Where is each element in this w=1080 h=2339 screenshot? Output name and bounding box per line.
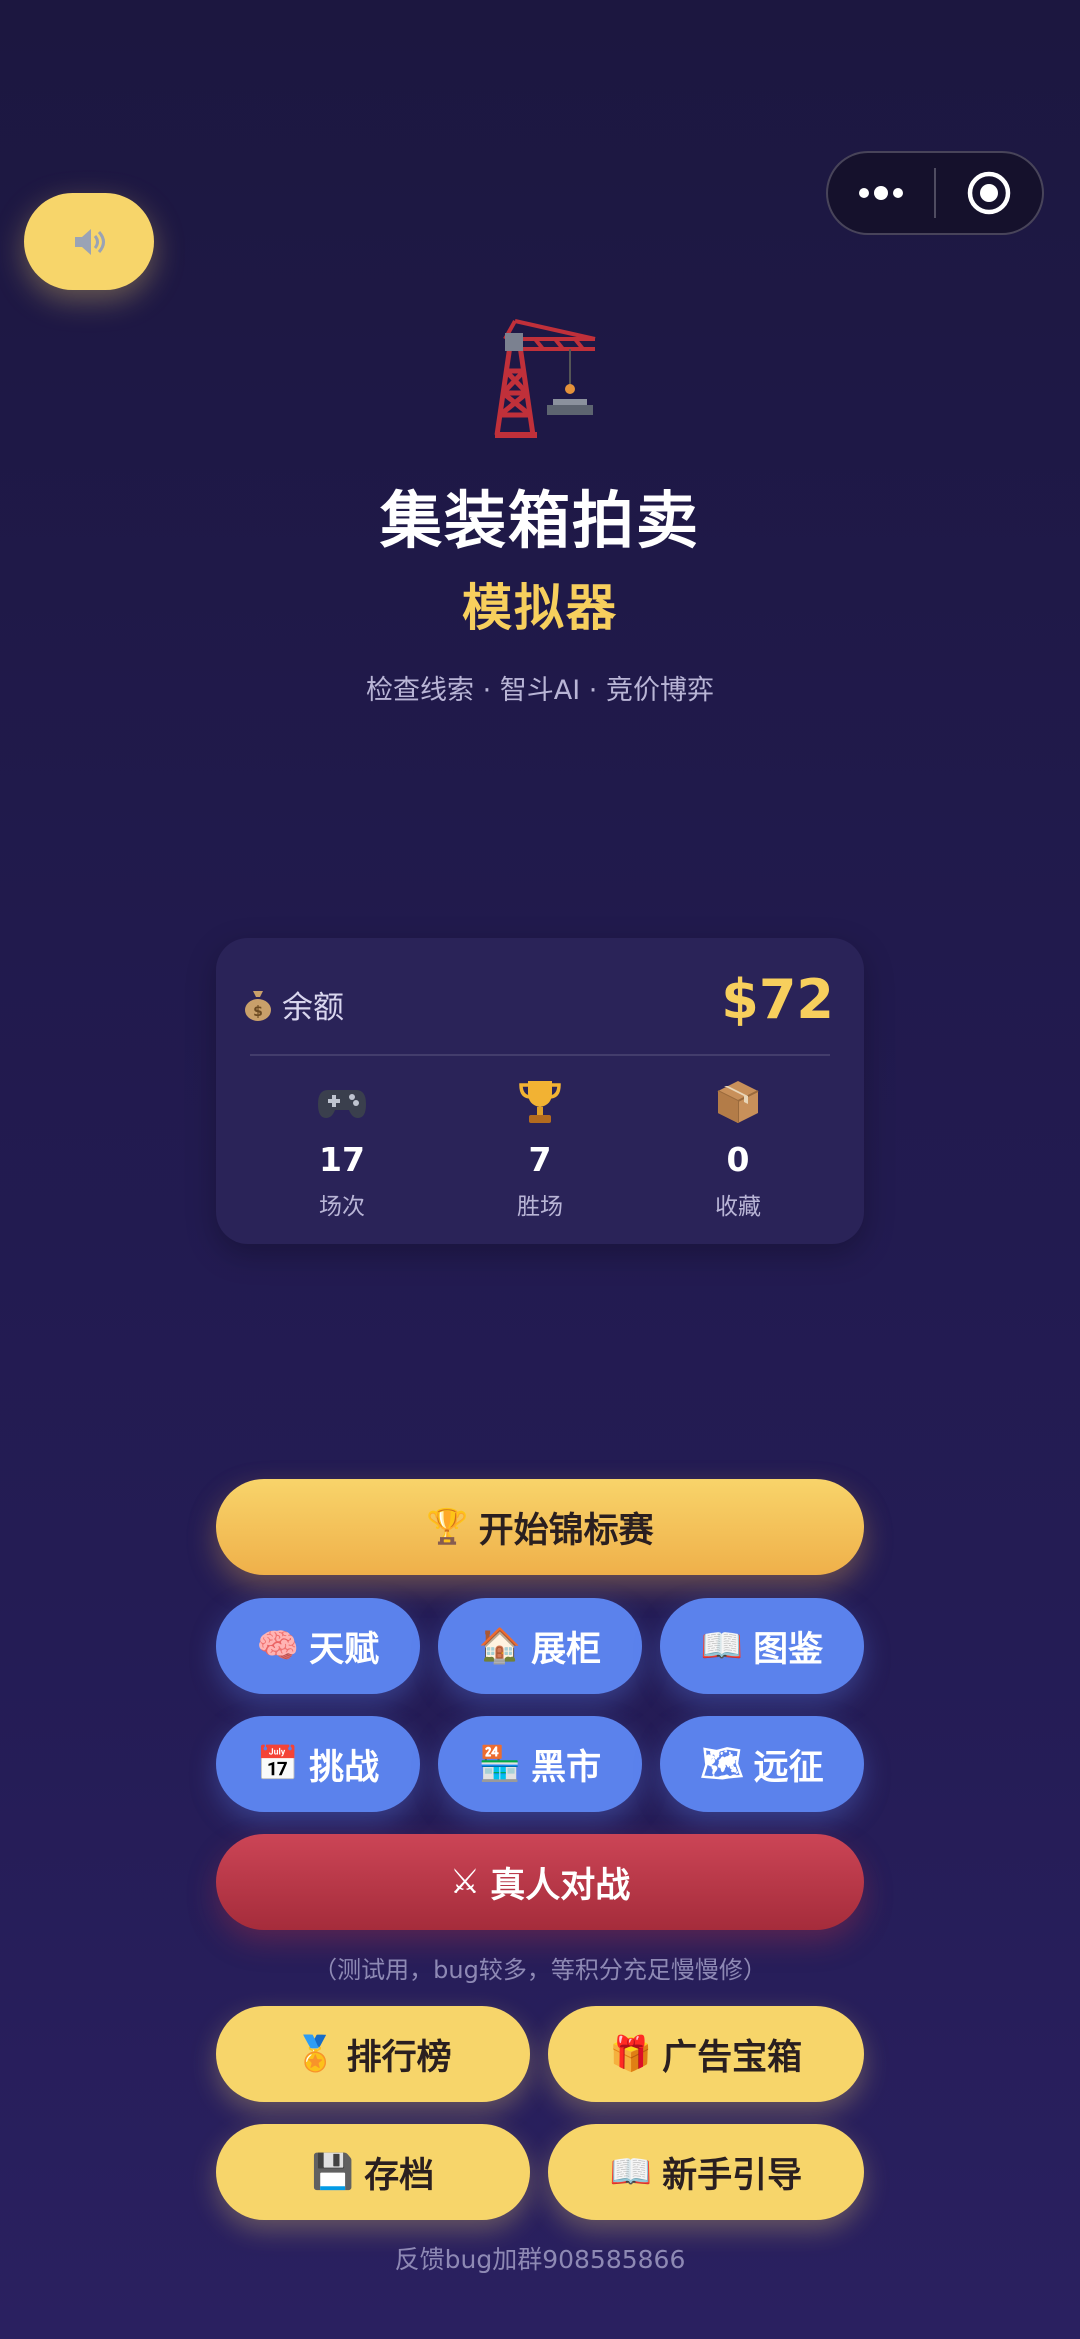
talent-label: 天赋 (309, 1629, 380, 1670)
guide-button[interactable]: 📖 新手引导 (548, 2124, 864, 2220)
stat-value: 17 (319, 1140, 365, 1179)
gamepad-icon (318, 1090, 366, 1118)
more-dots-icon (859, 186, 903, 200)
challenge-label: 挑战 (309, 1747, 380, 1788)
showcase-label: 展柜 (531, 1629, 602, 1670)
card-divider (250, 1054, 830, 1056)
svg-text:$: $ (253, 1004, 263, 1020)
save-label: 存档 (364, 2155, 435, 2196)
trophy-icon (519, 1081, 561, 1123)
expedition-button[interactable]: 🗺 远征 (660, 1716, 864, 1812)
pvp-battle-button[interactable]: ⚔ 真人对战 (216, 1834, 864, 1930)
expedition-label: 远征 (753, 1747, 824, 1788)
balance-value: $72 (721, 968, 834, 1031)
start-tournament-label: 开始锦标赛 (478, 1510, 654, 1551)
shop-icon: 🏪 (478, 1744, 522, 1784)
pvp-note: （测试用，bug较多，等积分充足慢慢修） (313, 1956, 767, 1984)
floppy-disk-icon: 💾 (311, 2152, 355, 2192)
target-close-icon (967, 171, 1011, 215)
start-tournament-button[interactable]: 🏆 开始锦标赛 (216, 1479, 864, 1575)
ad-chest-label: 广告宝箱 (662, 2037, 803, 2078)
stat-matches: 17 场次 (242, 1078, 442, 1221)
calendar-icon: 📅 (256, 1744, 300, 1784)
miniprogram-capsule (826, 151, 1044, 235)
medal-icon: 🏅 (294, 2034, 337, 2074)
close-miniprogram-button[interactable] (936, 153, 1042, 233)
stat-label: 收藏 (715, 1194, 761, 1220)
stat-label: 场次 (319, 1194, 365, 1220)
stat-value: 7 (528, 1140, 552, 1179)
talent-button[interactable]: 🧠 天赋 (216, 1598, 420, 1694)
balance-label-row: $ 余额 (242, 982, 344, 1027)
pvp-battle-label: 真人对战 (490, 1865, 631, 1906)
crane-icon (494, 319, 596, 438)
map-icon: 🗺 (700, 1744, 744, 1784)
money-bag-icon: $ (245, 990, 271, 1021)
stats-card: $ 余额 $72 17 场次 7 胜场 0 收藏 (216, 938, 864, 1244)
leaderboard-button[interactable]: 🏅 排行榜 (216, 2006, 530, 2102)
package-icon (717, 1081, 759, 1123)
brain-icon: 🧠 (256, 1626, 300, 1666)
black-market-label: 黑市 (531, 1747, 602, 1788)
house-icon: 🏠 (478, 1626, 522, 1666)
page-subtitle: 模拟器 (462, 579, 618, 637)
guide-label: 新手引导 (662, 2155, 803, 2196)
speaker-icon (75, 228, 105, 255)
challenge-button[interactable]: 📅 挑战 (216, 1716, 420, 1812)
tagline: 检查线索 · 智斗AI · 竞价博弈 (366, 675, 714, 706)
leaderboard-label: 排行榜 (346, 2037, 452, 2078)
more-button[interactable] (828, 153, 934, 233)
save-button[interactable]: 💾 存档 (216, 2124, 530, 2220)
catalog-button[interactable]: 📖 图鉴 (660, 1598, 864, 1694)
crossed-swords-icon: ⚔ (449, 1862, 481, 1902)
open-book-icon: 📖 (609, 2152, 653, 2192)
stat-label: 胜场 (517, 1194, 563, 1220)
showcase-button[interactable]: 🏠 展柜 (438, 1598, 642, 1694)
trophy-icon: 🏆 (426, 1507, 469, 1547)
sound-toggle-button[interactable] (24, 193, 154, 290)
black-market-button[interactable]: 🏪 黑市 (438, 1716, 642, 1812)
open-book-icon: 📖 (700, 1626, 744, 1666)
stat-wins: 7 胜场 (440, 1078, 640, 1221)
ad-chest-button[interactable]: 🎁 广告宝箱 (548, 2006, 864, 2102)
stat-value: 0 (726, 1140, 750, 1179)
gift-icon: 🎁 (609, 2034, 653, 2074)
stat-collection: 0 收藏 (638, 1078, 838, 1221)
page-title: 集装箱拍卖 (379, 484, 700, 557)
balance-label: 余额 (282, 990, 344, 1026)
feedback-footer: 反馈bug加群908585866 (394, 2245, 686, 2274)
catalog-label: 图鉴 (753, 1629, 824, 1670)
